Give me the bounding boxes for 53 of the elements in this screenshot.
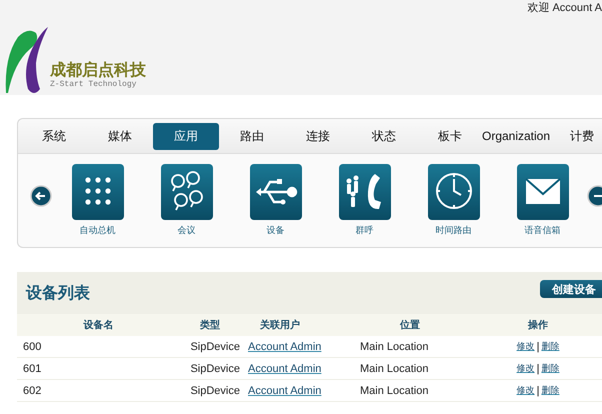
action-link[interactable]: 修改 (516, 362, 535, 375)
column-header: 位置 (398, 318, 421, 333)
chat-app-icon[interactable] (160, 164, 212, 220)
nav-tab[interactable]: 应用 (153, 122, 219, 150)
action-link[interactable]: 修改 (516, 340, 535, 353)
app-label: 群呼 (356, 224, 374, 237)
table-cell: 600 (23, 340, 42, 352)
action-link[interactable]: 删除 (541, 384, 560, 397)
separator: | (536, 362, 540, 374)
nav-tab[interactable]: 计费 (549, 122, 602, 150)
nav-tab[interactable]: 板卡 (417, 122, 483, 150)
column-header: 操作 (526, 318, 549, 333)
app-label: 会议 (178, 224, 196, 237)
table-cell: SipDevice (190, 384, 240, 396)
logo-drawing (4, 27, 48, 95)
user-link[interactable]: Account Admin (248, 384, 322, 396)
app-label: 自动总机 (80, 224, 116, 237)
nav-tab[interactable]: 媒体 (87, 122, 153, 150)
user-link[interactable]: Account Admin (248, 340, 322, 352)
table-cell: 602 (23, 384, 42, 396)
separator: | (536, 340, 540, 352)
action-link[interactable]: 删除 (541, 340, 560, 353)
logo-tagline: Z-Start Technology (50, 80, 138, 89)
app-label: 设备 (266, 224, 284, 237)
clock-app-icon[interactable] (428, 164, 480, 220)
separator: | (536, 384, 540, 396)
table-cell: Main Location (360, 340, 428, 352)
welcome-text: 欢迎 Account A (527, 0, 602, 15)
action-link[interactable]: 删除 (541, 362, 560, 375)
table-cell: Main Location (360, 384, 428, 396)
nav-tab[interactable]: 连接 (285, 122, 351, 150)
table-cell: SipDevice (190, 362, 240, 374)
column-header: 设备名 (82, 318, 114, 333)
column-header: 关联用户 (259, 318, 301, 333)
create-button[interactable]: 创建设备 (540, 280, 602, 298)
usb-app-icon[interactable] (250, 164, 302, 220)
column-header: 类型 (199, 318, 221, 333)
mail-app-icon[interactable] (516, 164, 568, 220)
keypad-app-icon[interactable] (72, 164, 124, 220)
list-title: 设备列表 (26, 282, 90, 304)
table-cell: 601 (23, 362, 42, 374)
logo-name: 成都启点科技 (50, 60, 146, 80)
nav-tab[interactable]: 系统 (21, 122, 87, 150)
app-label: 时间路由 (436, 224, 472, 237)
nav-tab[interactable]: Organization (483, 122, 549, 150)
action-link[interactable]: 修改 (516, 384, 535, 397)
user-link[interactable]: Account Admin (248, 362, 322, 374)
nav-tab[interactable]: 路由 (219, 122, 285, 150)
table-cell: SipDevice (190, 340, 240, 352)
group-call-app-icon[interactable] (338, 164, 390, 220)
table-cell: Main Location (360, 362, 428, 374)
nav-tab[interactable]: 状态 (351, 122, 417, 150)
app-label: 语音信箱 (524, 224, 560, 237)
